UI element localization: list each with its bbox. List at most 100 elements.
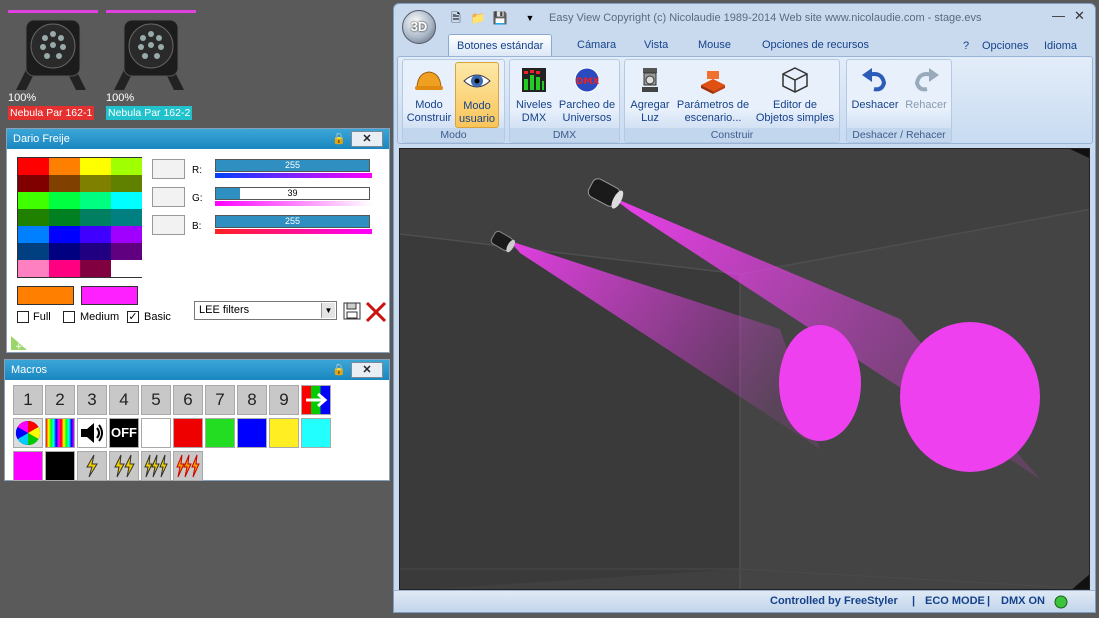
color-swatch[interactable]: [111, 192, 142, 209]
blue-button[interactable]: [237, 418, 267, 448]
close-window-button[interactable]: ✕: [1074, 8, 1085, 24]
color-swatch[interactable]: [49, 260, 80, 277]
tab-opciones-recursos[interactable]: Opciones de recursos: [754, 34, 877, 56]
rehacer-button[interactable]: Rehacer: [901, 62, 951, 128]
color-swatch[interactable]: [18, 158, 49, 175]
macro-8-button[interactable]: 8: [237, 385, 267, 415]
color-swatch[interactable]: [111, 243, 142, 260]
color-swatch[interactable]: [80, 192, 111, 209]
lock-icon[interactable]: 🔒: [331, 362, 347, 378]
strobe-2-button[interactable]: [109, 451, 139, 481]
full-checkbox[interactable]: [17, 311, 29, 323]
3d-viewport[interactable]: [399, 148, 1090, 590]
new-file-icon[interactable]: 🗎: [448, 10, 464, 26]
close-button[interactable]: ✕: [351, 131, 383, 147]
blue-slider[interactable]: 255: [215, 215, 370, 228]
editor-objetos-button[interactable]: Editor de Objetos simples: [753, 62, 837, 128]
color-swatch[interactable]: [80, 158, 111, 175]
tab-camara[interactable]: Cámara: [569, 34, 624, 56]
add-corner-icon[interactable]: +: [9, 334, 29, 352]
agregar-luz-button[interactable]: Agregar Luz: [627, 62, 673, 128]
green-slider[interactable]: 39: [215, 187, 370, 200]
color-swatch[interactable]: [18, 209, 49, 226]
save-icon[interactable]: 💾: [492, 10, 508, 26]
macro-9-button[interactable]: 9: [269, 385, 299, 415]
color-swatch[interactable]: [80, 226, 111, 243]
macro-6-button[interactable]: 6: [173, 385, 203, 415]
color-panel-titlebar[interactable]: Dario Freije 🔒 ✕: [7, 129, 389, 149]
basic-checkbox[interactable]: ✓: [127, 311, 139, 323]
parametros-escenario-button[interactable]: Parámetros de escenario...: [673, 62, 753, 128]
tab-botones-estandar[interactable]: Botones estándar: [448, 34, 553, 56]
current-color-box[interactable]: [17, 286, 74, 305]
color-wheel-button[interactable]: [13, 418, 43, 448]
language-menu[interactable]: Idioma: [1044, 40, 1077, 52]
color-swatch[interactable]: [18, 175, 49, 192]
tab-vista[interactable]: Vista: [636, 34, 676, 56]
medium-checkbox[interactable]: [63, 311, 75, 323]
macro-5-button[interactable]: 5: [141, 385, 171, 415]
sound-button[interactable]: [77, 418, 107, 448]
strobe-4-button[interactable]: [173, 451, 203, 481]
quick-access-menu-icon[interactable]: ▼: [522, 10, 538, 26]
red-preset-button[interactable]: [152, 159, 185, 179]
parcheo-universos-button[interactable]: DMX Parcheo de Universos: [556, 62, 618, 128]
off-button[interactable]: OFF: [109, 418, 139, 448]
color-swatch[interactable]: [80, 260, 111, 277]
macro-3-button[interactable]: 3: [77, 385, 107, 415]
modo-construir-button[interactable]: Modo Construir: [405, 62, 453, 128]
rainbow-button[interactable]: [45, 418, 75, 448]
strobe-3-button[interactable]: [141, 451, 171, 481]
previous-color-box[interactable]: [81, 286, 138, 305]
fixture-2[interactable]: 100% Nebula Par 162-2: [106, 8, 198, 120]
save-icon[interactable]: [343, 302, 361, 320]
color-swatch[interactable]: [49, 226, 80, 243]
red-button[interactable]: [173, 418, 203, 448]
close-button[interactable]: ✕: [351, 362, 383, 378]
color-swatch[interactable]: [111, 175, 142, 192]
color-swatch[interactable]: [18, 260, 49, 277]
macro-1-button[interactable]: 1: [13, 385, 43, 415]
color-swatch[interactable]: [49, 209, 80, 226]
color-swatch[interactable]: [111, 158, 142, 175]
color-chase-button[interactable]: [301, 385, 331, 415]
black-button[interactable]: [45, 451, 75, 481]
deshacer-button[interactable]: Deshacer: [849, 62, 901, 128]
macro-4-button[interactable]: 4: [109, 385, 139, 415]
niveles-dmx-button[interactable]: Niveles DMX: [512, 62, 556, 128]
color-swatch[interactable]: [18, 226, 49, 243]
macro-7-button[interactable]: 7: [205, 385, 235, 415]
delete-icon[interactable]: [365, 301, 387, 323]
color-swatch[interactable]: [80, 209, 111, 226]
open-folder-icon[interactable]: 📁: [470, 10, 486, 26]
tab-mouse[interactable]: Mouse: [690, 34, 739, 56]
color-swatch[interactable]: [49, 158, 80, 175]
white-button[interactable]: [141, 418, 171, 448]
blue-preset-button[interactable]: [152, 215, 185, 235]
color-swatch[interactable]: [111, 209, 142, 226]
minimize-button[interactable]: —: [1052, 8, 1065, 23]
color-swatch[interactable]: [18, 192, 49, 209]
help-menu[interactable]: ?: [963, 40, 969, 52]
color-swatch[interactable]: [80, 175, 111, 192]
filter-select[interactable]: LEE filters ▼: [194, 301, 337, 320]
lock-icon[interactable]: 🔒: [331, 131, 347, 147]
color-swatch[interactable]: [49, 175, 80, 192]
strobe-1-button[interactable]: [77, 451, 107, 481]
color-swatch[interactable]: [80, 243, 111, 260]
modo-usuario-button[interactable]: Modo usuario: [455, 62, 499, 128]
app-logo-button[interactable]: 3D: [402, 10, 436, 44]
color-swatch[interactable]: [49, 192, 80, 209]
green-button[interactable]: [205, 418, 235, 448]
red-slider[interactable]: 255: [215, 159, 370, 172]
green-preset-button[interactable]: [152, 187, 185, 207]
macro-2-button[interactable]: 2: [45, 385, 75, 415]
fixture-1[interactable]: 100% Nebula Par 162-1: [8, 8, 100, 120]
macros-panel-titlebar[interactable]: Macros 🔒 ✕: [5, 360, 389, 380]
magenta-button[interactable]: [13, 451, 43, 481]
options-menu[interactable]: Opciones: [982, 40, 1028, 52]
color-swatch[interactable]: [49, 243, 80, 260]
cyan-button[interactable]: [301, 418, 331, 448]
color-swatch[interactable]: [111, 226, 142, 243]
color-swatch[interactable]: [111, 260, 142, 277]
